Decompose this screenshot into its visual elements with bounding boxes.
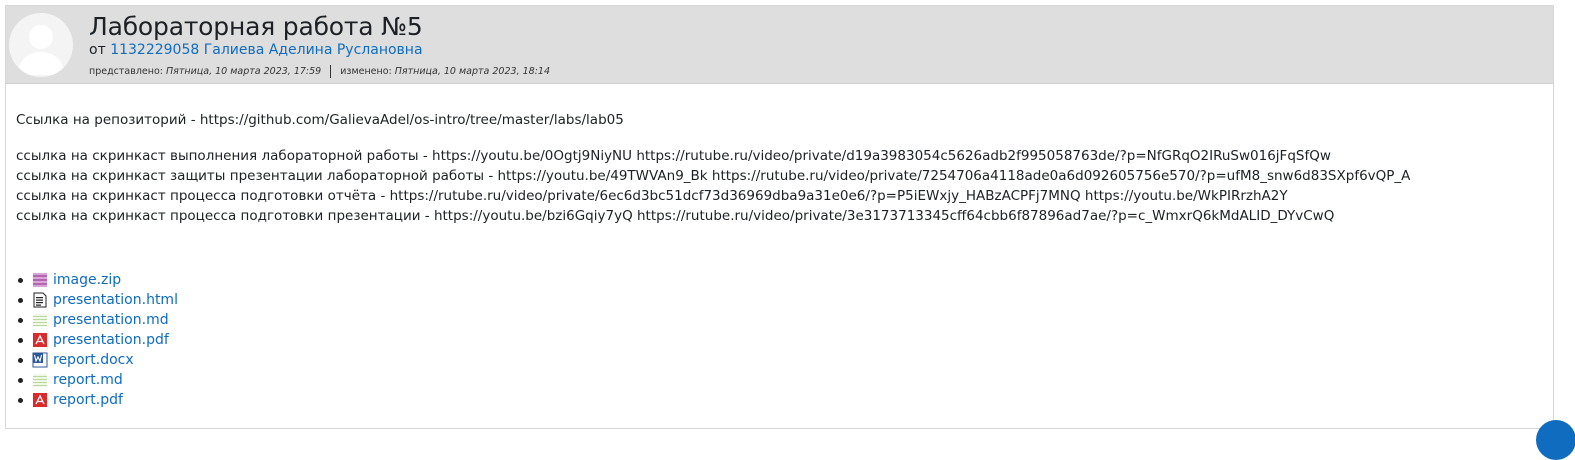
post-author: от 1132229058 Галиева Аделина Руслановна [89,42,423,58]
html-file-icon [32,292,48,308]
pdf-icon [32,392,48,408]
attachment-link[interactable]: report.docx [53,350,134,370]
screencast-line: ссылка на скринкаст выполнения лаборатор… [16,148,1331,164]
attachment-item: presentation.html [18,290,178,310]
pdf-icon [32,332,48,348]
attachment-link[interactable]: report.md [53,370,123,390]
bullet [18,317,23,323]
bullet [18,277,23,283]
floating-action-button[interactable] [1536,420,1575,460]
modified-label: изменено: [340,66,392,77]
author-link[interactable]: 1132229058 Галиева Аделина Руслановна [110,42,422,58]
screencast-line: ссылка на скринкаст процесса подготовки … [16,208,1335,224]
attachment-item: report.docx [18,350,178,370]
bullet [18,397,23,403]
bullet [18,357,23,363]
bullet [18,337,23,343]
post-body: Ссылка на репозиторий - https://github.c… [16,110,1543,226]
text-file-icon [32,312,48,328]
author-prefix: от [89,42,106,58]
word-document-icon [32,352,48,368]
attachment-link[interactable]: presentation.html [53,290,178,310]
screencast-line: ссылка на скринкаст защиты презентации л… [16,168,1411,184]
post-header: Лабораторная работа №5 от 1132229058 Гал… [6,6,1553,84]
post-dates: представлено: Пятница, 10 марта 2023, 17… [89,65,550,78]
attachment-item: report.pdf [18,390,178,410]
attachment-link[interactable]: image.zip [53,270,121,290]
attachment-link[interactable]: report.pdf [53,390,123,410]
repository-link-text: Ссылка на репозиторий - https://github.c… [16,112,624,128]
user-placeholder-icon [17,25,65,75]
attachment-item: image.zip [18,270,178,290]
attachment-item: presentation.pdf [18,330,178,350]
screencast-line: ссылка на скринкаст процесса подготовки … [16,188,1288,204]
submitted-label: представлено: [89,66,163,77]
bullet [18,297,23,303]
avatar[interactable] [9,13,73,77]
post-subject: Лабораторная работа №5 [89,12,423,41]
attachment-item: presentation.md [18,310,178,330]
archive-icon [32,272,48,288]
attachments-list: image.zip presentation.html presentation… [18,270,178,410]
date-separator [330,65,332,78]
attachment-item: report.md [18,370,178,390]
modified-date: Пятница, 10 марта 2023, 18:14 [394,66,550,77]
submitted-date: Пятница, 10 марта 2023, 17:59 [166,66,322,77]
text-file-icon [32,372,48,388]
attachment-link[interactable]: presentation.pdf [53,330,169,350]
forum-post: Лабораторная работа №5 от 1132229058 Гал… [5,5,1554,429]
attachment-link[interactable]: presentation.md [53,310,169,330]
bullet [18,377,23,383]
